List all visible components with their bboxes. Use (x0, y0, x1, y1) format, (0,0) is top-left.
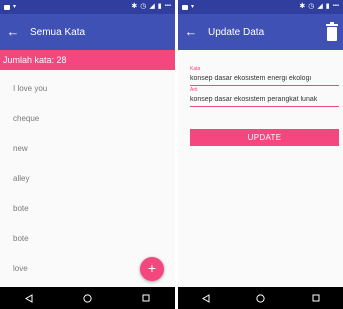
alarm-icon: ◷ (308, 3, 315, 10)
list-item[interactable]: cheque (0, 104, 175, 134)
list-item[interactable]: new (0, 134, 175, 164)
clock-icon: ▪▪▪ (332, 3, 339, 9)
kata-input[interactable] (190, 72, 339, 86)
app-toolbar: ← Update Data (178, 14, 343, 50)
status-bar: ▾ ✱ ◷ ◢ ▮ ▪▪▪ (0, 0, 175, 14)
nav-home-icon[interactable] (249, 287, 273, 309)
arti-input[interactable] (190, 93, 339, 107)
signal-icon: ◢ (149, 3, 155, 10)
download-icon: ▾ (191, 4, 195, 10)
list-item[interactable]: bote (0, 224, 175, 254)
nav-home-icon[interactable] (75, 287, 99, 309)
word-list: I love you cheque new alley bote bote lo… (0, 74, 175, 287)
list-item[interactable]: alley (0, 164, 175, 194)
download-icon: ▾ (13, 4, 17, 10)
bluetooth-icon: ✱ (299, 3, 306, 10)
arrow-back-icon[interactable]: ← (2, 14, 24, 50)
nav-back-icon[interactable] (17, 287, 41, 309)
nav-bar (0, 287, 175, 309)
nav-recents-icon[interactable] (304, 287, 328, 309)
delete-icon[interactable] (325, 22, 339, 42)
word-list-screen: ▾ ✱ ◷ ◢ ▮ ▪▪▪ ← Semua Kata Jumlah kata: … (0, 0, 175, 309)
clock-icon: ▪▪▪ (164, 3, 171, 9)
notification-icon (182, 4, 188, 10)
battery-icon: ▮ (325, 3, 330, 10)
add-word-button[interactable]: + (140, 257, 164, 281)
battery-icon: ▮ (157, 3, 162, 10)
word-count-banner: Jumlah kata: 28 (0, 50, 175, 70)
status-bar: ▾ ✱ ◷ ◢ ▮ ▪▪▪ (178, 0, 343, 14)
toolbar-title: Update Data (208, 26, 265, 38)
update-button[interactable]: UPDATE (190, 129, 339, 146)
list-item[interactable]: bote (0, 194, 175, 224)
toolbar-title: Semua Kata (30, 26, 86, 38)
update-data-screen: ▾ ✱ ◷ ◢ ▮ ▪▪▪ ← Update Data Kata Arti UP… (178, 0, 343, 309)
arrow-back-icon[interactable]: ← (180, 14, 202, 50)
bluetooth-icon: ✱ (131, 3, 138, 10)
alarm-icon: ◷ (140, 3, 147, 10)
app-toolbar: ← Semua Kata (0, 14, 175, 50)
nav-back-icon[interactable] (194, 287, 218, 309)
nav-bar (178, 287, 343, 309)
nav-recents-icon[interactable] (134, 287, 158, 309)
signal-icon: ◢ (317, 3, 323, 10)
list-item[interactable]: I love you (0, 74, 175, 104)
notification-icon (4, 4, 10, 10)
